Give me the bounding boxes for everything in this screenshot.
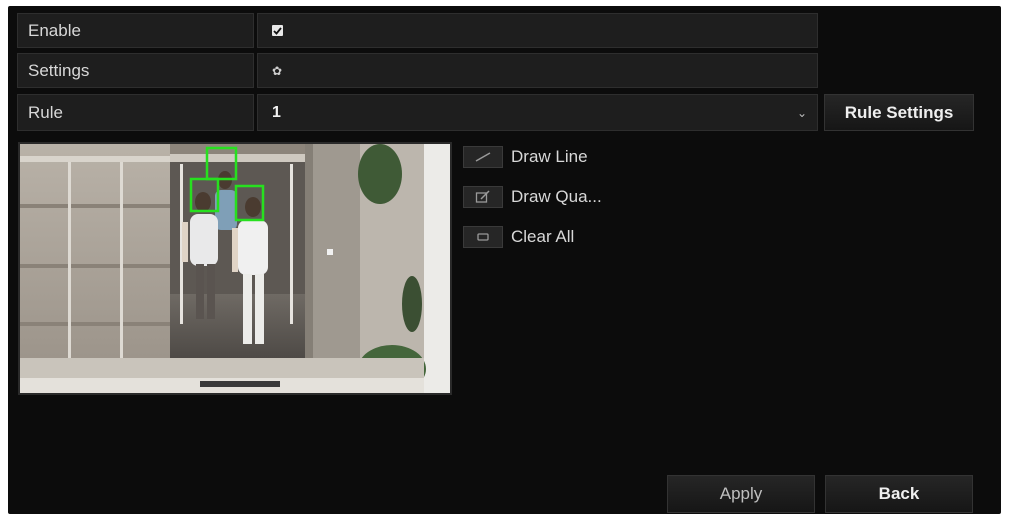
draw-line-label: Draw Line — [511, 147, 588, 166]
gear-icon[interactable]: ✿ — [272, 65, 282, 77]
back-button[interactable]: Back — [825, 475, 973, 513]
config-panel: Enable Settings ✿ Rule 1 ⌄ Rule Settings — [8, 6, 1001, 514]
enable-checkbox[interactable] — [272, 25, 283, 36]
draw-line-button[interactable]: Draw Line — [463, 146, 588, 168]
enable-field — [257, 13, 818, 48]
check-icon — [273, 26, 282, 35]
video-preview[interactable] — [18, 142, 452, 395]
settings-label: Settings — [17, 53, 254, 88]
enable-label: Enable — [17, 13, 254, 48]
draw-quadrilateral-icon — [463, 186, 503, 208]
rule-select-value: 1 — [272, 103, 281, 121]
apply-button[interactable]: Apply — [667, 475, 815, 513]
draw-quadrilateral-label: Draw Qua... — [511, 187, 602, 206]
clear-all-label: Clear All — [511, 227, 575, 246]
draw-line-icon — [463, 146, 503, 168]
camera-scene-image — [20, 144, 450, 393]
clear-all-button[interactable]: Clear All — [463, 226, 574, 248]
rule-settings-button[interactable]: Rule Settings — [824, 94, 974, 131]
draw-quadrilateral-button[interactable]: Draw Qua... — [463, 186, 602, 208]
rule-select[interactable]: 1 ⌄ — [257, 94, 818, 131]
chevron-down-icon: ⌄ — [796, 105, 807, 120]
rule-label: Rule — [17, 94, 254, 131]
eraser-icon — [463, 226, 503, 248]
settings-field: ✿ — [257, 53, 818, 88]
